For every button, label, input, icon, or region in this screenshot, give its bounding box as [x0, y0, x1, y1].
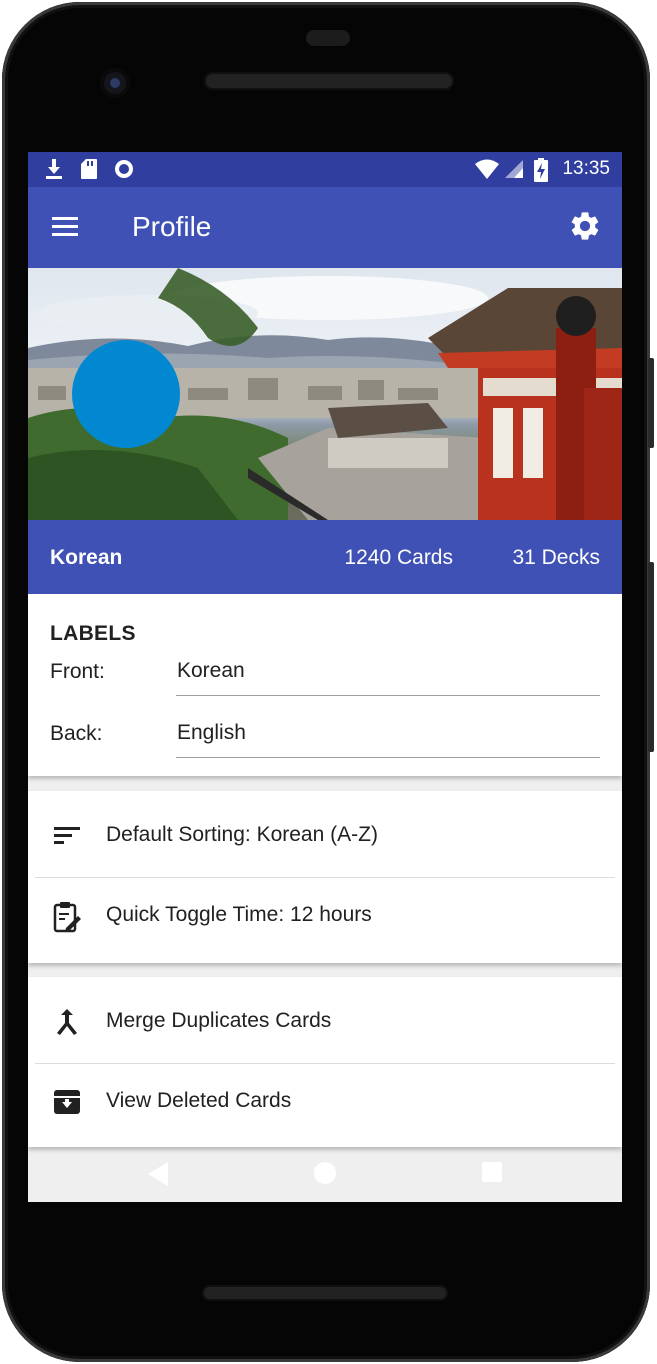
- status-time: 13:35: [562, 158, 610, 179]
- labels-card: LABELS Front: Back:: [28, 594, 622, 776]
- back-label-row: Back:: [50, 714, 600, 758]
- clipboard-edit-icon: [52, 901, 82, 933]
- front-label: Front:: [50, 660, 105, 683]
- merge-duplicates-item[interactable]: Merge Duplicates Cards: [28, 979, 622, 1063]
- back-label-input[interactable]: [176, 714, 600, 758]
- profile-cover-image: [28, 268, 622, 520]
- record-icon: [113, 158, 135, 185]
- avatar[interactable]: [72, 340, 180, 448]
- back-triangle-icon[interactable]: [146, 1161, 170, 1192]
- decks-count: 31 Decks: [512, 546, 600, 569]
- signal-icon: [504, 158, 524, 185]
- profile-name: Korean: [50, 546, 123, 569]
- bottom-speaker-grille: [202, 1285, 448, 1301]
- merge-icon: [52, 1007, 82, 1037]
- labels-heading: LABELS: [50, 622, 136, 645]
- recents-square-icon[interactable]: [481, 1161, 503, 1188]
- home-circle-icon[interactable]: [313, 1161, 337, 1190]
- cards-count: 1240 Cards: [344, 546, 453, 569]
- battery-charging-icon: [534, 158, 548, 187]
- page-title: Profile: [132, 211, 212, 242]
- settings-card: Default Sorting: Korean (A-Z) Quick Togg…: [28, 791, 622, 963]
- wifi-icon: [474, 158, 500, 185]
- volume-button: [648, 562, 654, 752]
- earpiece: [306, 30, 350, 46]
- merge-duplicates-label: Merge Duplicates Cards: [106, 1009, 332, 1032]
- quick-toggle-time-label: Quick Toggle Time: 12 hours: [106, 903, 372, 926]
- default-sorting-item[interactable]: Default Sorting: Korean (A-Z): [28, 793, 622, 877]
- front-camera: [100, 68, 130, 98]
- profile-stats-bar: Korean 1240 Cards 31 Decks: [28, 520, 622, 594]
- system-nav-bar: [28, 1139, 622, 1207]
- default-sorting-label: Default Sorting: Korean (A-Z): [106, 823, 378, 846]
- tools-card: Merge Duplicates Cards View Deleted Card…: [28, 977, 622, 1147]
- hamburger-menu-icon[interactable]: [50, 211, 86, 245]
- screen: 13:35 Profile Korean 1240 Cards 31 Decks…: [28, 152, 622, 1202]
- sort-icon: [52, 821, 82, 851]
- status-bar: 13:35: [28, 152, 622, 187]
- power-button: [648, 358, 654, 448]
- view-deleted-cards-item[interactable]: View Deleted Cards: [28, 1059, 622, 1143]
- app-bar: Profile: [28, 187, 622, 268]
- front-label-row: Front:: [50, 652, 600, 696]
- view-deleted-cards-label: View Deleted Cards: [106, 1089, 292, 1112]
- front-label-input[interactable]: [176, 652, 600, 696]
- back-label: Back:: [50, 722, 103, 745]
- gear-icon[interactable]: [568, 209, 606, 247]
- download-icon: [44, 158, 64, 185]
- archive-icon: [52, 1087, 82, 1117]
- quick-toggle-time-item[interactable]: Quick Toggle Time: 12 hours: [28, 873, 622, 957]
- sd-card-icon: [80, 158, 98, 185]
- top-speaker-grille: [204, 72, 454, 90]
